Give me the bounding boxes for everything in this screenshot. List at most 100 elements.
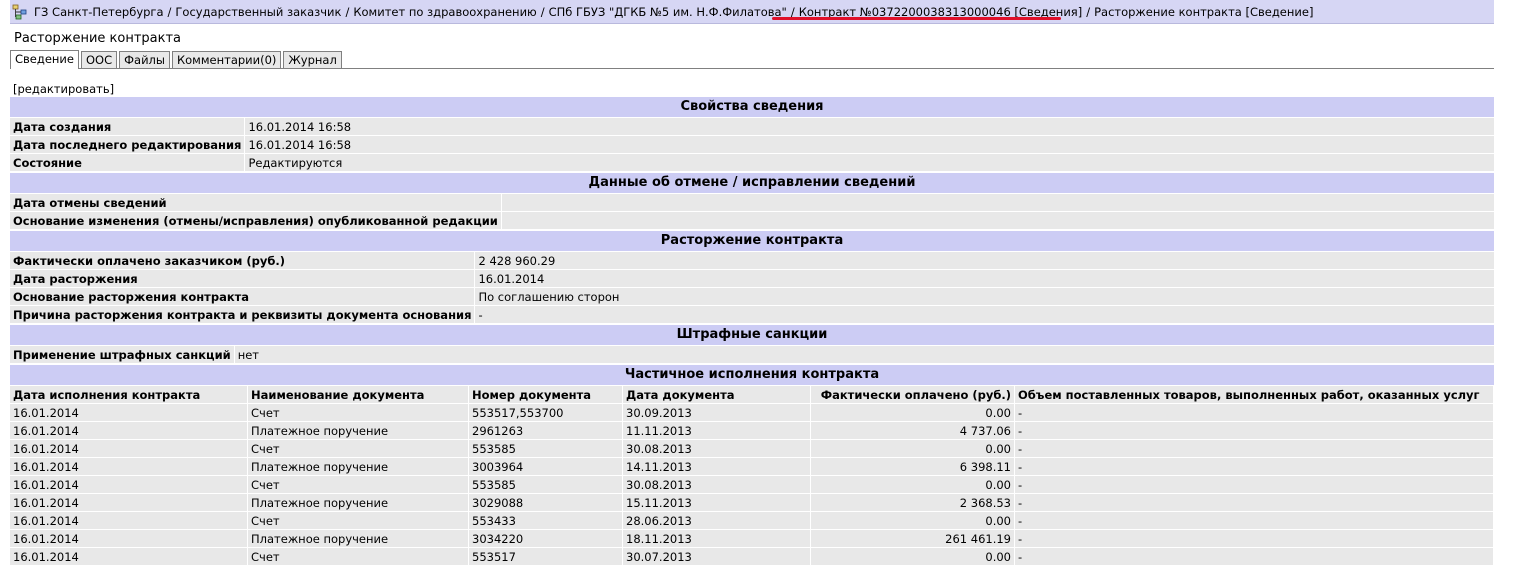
field-label: Основание изменения (отмены/исправления)… [10, 211, 502, 230]
table-cell: 30.08.2013 [622, 439, 811, 458]
partial-execution-rows: 16.01.2014 Счет 553517,553700 30.09.2013 0.0… [10, 403, 1494, 566]
table-cell: 0.00 [810, 403, 1015, 422]
table-row: 16.01.2014 Платежное поручение 2961263 11.1… [10, 421, 1494, 440]
table-cell: Счет [247, 439, 469, 458]
table-cell: Счет [247, 475, 469, 494]
field-label: Применение штрафных санкций [10, 346, 235, 364]
column-header: Наименование документа [247, 386, 469, 404]
table-cell: 4 737.06 [810, 421, 1015, 440]
table-row: Дата отмены сведений [10, 194, 1494, 212]
table-cell: - [1014, 457, 1494, 476]
table-cell: 553585 [468, 475, 623, 494]
page-frame: ГЗ Санкт-Петербурга / Государственный за… [10, 0, 1494, 570]
table-cell: Платежное поручение [247, 457, 469, 476]
column-header: Номер документа [468, 386, 623, 404]
penalties-table: Применение штрафных санкций нет [10, 346, 1494, 364]
cancel-table: Дата отмены сведений Основание изменения… [10, 194, 1494, 230]
red-underline-annotation [772, 17, 1061, 20]
field-label: Состояние [10, 153, 246, 172]
field-label: Причина расторжения контракта и реквизит… [10, 305, 476, 324]
table-cell: 16.01.2014 [10, 457, 248, 476]
table-cell: - [1014, 529, 1494, 548]
section-header-partial: Частичное исполнения контракта [10, 364, 1494, 386]
table-row: Дата расторжения 16.01.2014 [10, 269, 1494, 288]
breadcrumb-item-committee[interactable]: Комитет по здравоохранению [353, 5, 536, 19]
table-cell: 30.08.2013 [622, 475, 811, 494]
breadcrumb: ГЗ Санкт-Петербурга / Государственный за… [10, 0, 1494, 24]
table-cell: 0.00 [810, 511, 1015, 530]
column-header: Дата документа [622, 386, 811, 404]
table-cell: 28.06.2013 [622, 511, 811, 530]
tab-bar: Сведение ООС Файлы Комментарии(0) Журнал [10, 50, 1494, 69]
table-cell: 14.11.2013 [622, 457, 811, 476]
table-cell: 30.07.2013 [622, 547, 811, 566]
tab-files[interactable]: Файлы [119, 51, 170, 68]
table-row: Дата создания 16.01.2014 16:58 [10, 118, 1494, 136]
column-header: Фактически оплачено (руб.) [810, 386, 1015, 404]
section-header-termination: Расторжение контракта [10, 230, 1494, 252]
table-cell: - [1014, 475, 1494, 494]
table-cell: 0.00 [810, 547, 1015, 566]
breadcrumb-item-customer-type[interactable]: Государственный заказчик [175, 5, 341, 19]
table-row: Применение штрафных санкций нет [10, 346, 1494, 364]
table-cell: 30.09.2013 [622, 403, 811, 422]
breadcrumb-separator: / [1086, 4, 1091, 19]
table-cell: 16.01.2014 [10, 547, 248, 566]
table-cell: Платежное поручение [247, 493, 469, 512]
column-header: Объем поставленных товаров, выполненных … [1014, 386, 1494, 404]
section-header-props: Свойства сведения [10, 96, 1494, 118]
tree-nav-icon[interactable] [12, 4, 28, 20]
tab-info[interactable]: Сведение [10, 50, 79, 69]
breadcrumb-separator: / [345, 4, 350, 19]
column-header: Дата исполнения контракта [10, 386, 248, 404]
table-cell: - [1014, 547, 1494, 566]
table-row: Фактически оплачено заказчиком (руб.) 2 … [10, 252, 1494, 270]
field-label: Основание расторжения контракта [10, 287, 476, 306]
breadcrumb-item-hospital[interactable]: СПб ГБУЗ "ДГКБ №5 им. Н.Ф.Филатова" [549, 5, 787, 19]
table-cell: 3029088 [468, 493, 623, 512]
field-value: 2 428 960.29 [474, 252, 1494, 270]
table-row: 16.01.2014 Счет 553585 30.08.2013 0.00- [10, 439, 1494, 458]
field-label: Дата отмены сведений [10, 194, 502, 212]
tab-comments[interactable]: Комментарии(0) [171, 51, 282, 68]
props-table: Дата создания 16.01.2014 16:58 Дата посл… [10, 118, 1494, 172]
tab-oos[interactable]: ООС [80, 51, 118, 68]
table-cell: 261 461.19 [810, 529, 1015, 548]
table-cell: Счет [247, 403, 469, 422]
breadcrumb-item-region[interactable]: ГЗ Санкт-Петербурга [34, 5, 164, 19]
table-cell: Счет [247, 511, 469, 530]
table-cell: Платежное поручение [247, 421, 469, 440]
table-cell: 16.01.2014 [10, 511, 248, 530]
section-header-cancel: Данные об отмене / исправлении сведений [10, 172, 1494, 194]
table-cell: 6 398.11 [810, 457, 1015, 476]
section-header-penalties: Штрафные санкции [10, 324, 1494, 346]
table-row: 16.01.2014 Платежное поручение 3003964 14.1… [10, 457, 1494, 476]
table-cell: 553585 [468, 439, 623, 458]
table-cell: - [1014, 493, 1494, 512]
field-value: Редактируются [244, 153, 1494, 172]
table-cell: Платежное поручение [247, 529, 469, 548]
table-row: 16.01.2014 Счет 553517 30.07.2013 0.00- [10, 547, 1494, 566]
edit-link[interactable]: [редактировать] [10, 82, 1494, 96]
table-cell: 553433 [468, 511, 623, 530]
breadcrumb-item-current: Расторжение контракта [Сведение] [1094, 4, 1314, 19]
table-cell: 18.11.2013 [622, 529, 811, 548]
table-row: 16.01.2014 Платежное поручение 3029088 15.1… [10, 493, 1494, 512]
table-cell: 3034220 [468, 529, 623, 548]
table-cell: 16.01.2014 [10, 475, 248, 494]
field-label: Дата расторжения [10, 269, 476, 288]
table-cell: - [1014, 511, 1494, 530]
tab-journal[interactable]: Журнал [283, 51, 342, 68]
table-cell: 16.01.2014 [10, 439, 248, 458]
table-cell: 16.01.2014 [10, 403, 248, 422]
table-cell: Счет [247, 547, 469, 566]
table-row: 16.01.2014 Платежное поручение 3034220 18.1… [10, 529, 1494, 548]
field-value: 16.01.2014 16:58 [244, 135, 1494, 154]
field-value: нет [234, 346, 1494, 364]
breadcrumb-separator: / [167, 4, 172, 19]
table-header-row: Дата исполнения контракта Наименование д… [10, 386, 1494, 404]
table-cell: 3003964 [468, 457, 623, 476]
table-row: Дата последнего редактирования 16.01.201… [10, 135, 1494, 154]
table-cell: 16.01.2014 [10, 493, 248, 512]
table-cell: 0.00 [810, 475, 1015, 494]
